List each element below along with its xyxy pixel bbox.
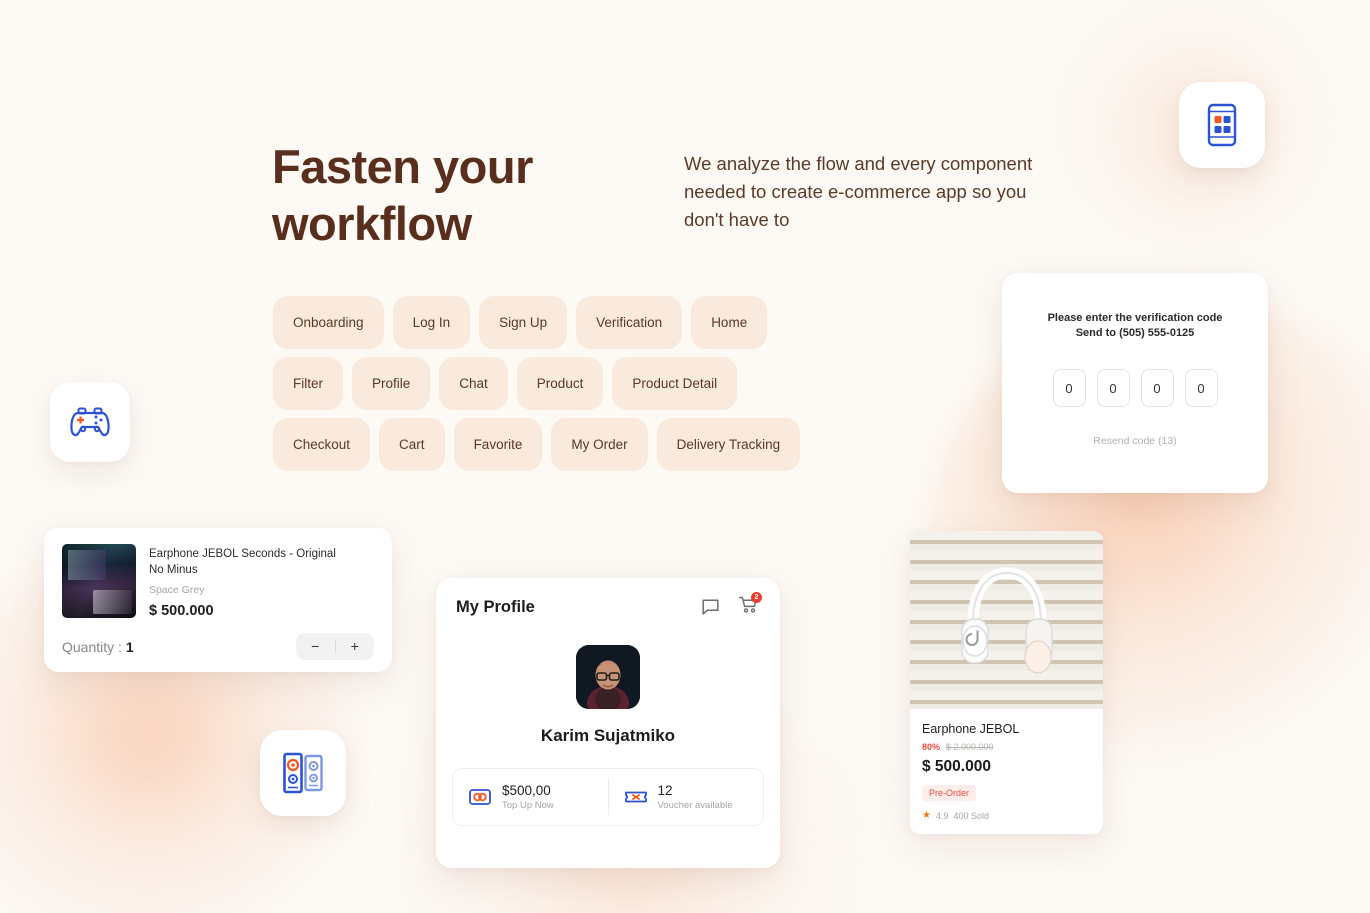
quantity-label-text: Quantity : — [62, 638, 122, 655]
headphones-photo-icon — [961, 567, 1053, 674]
cart-icon-wrapper[interactable]: 2 — [739, 592, 762, 619]
gamepad-icon-tile[interactable] — [50, 382, 130, 462]
screen-tag-row-3: Checkout Cart Favorite My Order Delivery… — [273, 418, 873, 471]
pill-product[interactable]: Product — [516, 357, 604, 410]
profile-user-name: Karim Sujatmiko — [540, 726, 676, 745]
decrement-button[interactable]: − — [296, 633, 335, 660]
pill-my-order[interactable]: My Order — [551, 418, 648, 471]
pill-checkout[interactable]: Checkout — [273, 418, 371, 471]
cart-item-top: Earphone JEBOL Seconds - Original No Min… — [44, 528, 392, 619]
quantity-label: Quantity :1 — [62, 639, 134, 655]
voucher-count: 12 — [657, 783, 673, 798]
gamepad-icon — [70, 407, 110, 437]
product-discount-percent: 80% — [922, 742, 941, 752]
product-name: Earphone JEBOL — [922, 722, 1020, 736]
pill-chat[interactable]: Chat — [439, 357, 508, 410]
avatar-portrait-icon — [576, 645, 640, 709]
verification-digit-1[interactable]: 0 — [1052, 369, 1086, 407]
pill-home[interactable]: Home — [691, 296, 768, 349]
verification-digit-4[interactable]: 0 — [1184, 369, 1218, 407]
cart-item-bottom: Quantity :1 − + — [44, 619, 392, 660]
page-title: Fasten your workflow — [272, 140, 533, 250]
wallet-icon — [469, 789, 491, 805]
verification-card: Please enter the verification code Send … — [1002, 273, 1268, 493]
verification-digit-2[interactable]: 0 — [1096, 369, 1130, 407]
verification-heading-line-2: Send to (505) 555-0125 — [1075, 327, 1195, 339]
verification-heading: Please enter the verification code Send … — [1002, 311, 1268, 341]
mobile-app-icon-tile[interactable] — [1179, 82, 1265, 168]
quantity-value: 1 — [125, 638, 134, 655]
page-subtitle: We analyze the flow and every component … — [684, 153, 1033, 230]
speaker-icon-tile[interactable] — [260, 730, 346, 816]
chat-icon[interactable] — [702, 599, 719, 616]
voucher-stat[interactable]: 12 Voucher available — [609, 783, 764, 811]
wallet-stat-text: $500,00 Top Up Now — [502, 783, 554, 811]
product-sold-count: 400 Sold — [953, 810, 990, 821]
resend-code-link[interactable]: Resend code (13) — [1002, 435, 1268, 447]
pill-favorite[interactable]: Favorite — [453, 418, 543, 471]
profile-header-actions: 2 — [702, 592, 762, 619]
pill-filter[interactable]: Filter — [273, 357, 343, 410]
cart-item-card: Earphone JEBOL Seconds - Original No Min… — [44, 528, 392, 672]
cart-product-name: Earphone JEBOL Seconds - Original No Min… — [149, 548, 336, 576]
pill-cart[interactable]: Cart — [379, 418, 445, 471]
cart-product-thumbnail — [62, 544, 136, 618]
verification-code-inputs: 0 0 0 0 — [1002, 369, 1268, 407]
cart-product-variant: Space Grey — [149, 584, 205, 596]
wallet-balance: $500,00 — [502, 783, 551, 798]
voucher-stat-text: 12 Voucher available — [658, 783, 733, 811]
product-old-price: $ 2.000.000 — [946, 742, 994, 752]
pill-onboarding[interactable]: Onboarding — [273, 296, 384, 349]
screen-tag-row-1: Onboarding Log In Sign Up Verification H… — [273, 296, 873, 349]
page-root: Fasten your workflow We analyze the flow… — [0, 0, 1370, 913]
product-rating-value: 4.9 — [935, 810, 949, 821]
pill-verification[interactable]: Verification — [576, 296, 683, 349]
product-body: Earphone JEBOL 80% $ 2.000.000 $ 500.000… — [910, 709, 1103, 821]
quantity-stepper[interactable]: − + — [296, 633, 374, 660]
speaker-icon — [283, 752, 323, 794]
product-discount-row: 80% $ 2.000.000 — [922, 742, 1091, 752]
pill-profile[interactable]: Profile — [352, 357, 431, 410]
product-image — [910, 531, 1103, 709]
profile-header: My Profile 2 — [436, 578, 780, 619]
pill-sign-up[interactable]: Sign Up — [479, 296, 568, 349]
cart-item-info: Earphone JEBOL Seconds - Original No Min… — [136, 544, 349, 619]
profile-stats: $500,00 Top Up Now 12 Voucher available — [452, 768, 764, 826]
pill-delivery-tracking[interactable]: Delivery Tracking — [656, 418, 801, 471]
screen-tag-row-2: Filter Profile Chat Product Product Deta… — [273, 357, 873, 410]
mobile-app-icon — [1207, 103, 1237, 147]
product-rating-row: ★ 4.9 400 Sold — [922, 810, 1091, 821]
wallet-action-label: Top Up Now — [502, 800, 554, 811]
screen-tag-list: Onboarding Log In Sign Up Verification H… — [273, 296, 873, 479]
wallet-stat[interactable]: $500,00 Top Up Now — [453, 783, 608, 811]
pill-product-detail[interactable]: Product Detail — [612, 357, 738, 410]
product-price: $ 500.000 — [922, 758, 991, 775]
profile-title: My Profile — [456, 598, 535, 616]
star-icon: ★ — [922, 810, 931, 821]
status-badge: Pre-Order — [922, 785, 977, 801]
cart-badge-count: 2 — [751, 592, 762, 603]
profile-card: My Profile 2 Karim Sujatmiko $500,00 Top… — [436, 578, 780, 868]
cart-product-price: $ 500.000 — [149, 603, 214, 619]
verification-digit-3[interactable]: 0 — [1140, 369, 1174, 407]
voucher-label: Voucher available — [657, 800, 733, 811]
verification-heading-line-1: Please enter the verification code — [1047, 312, 1223, 324]
voucher-icon — [624, 791, 647, 803]
increment-button[interactable]: + — [336, 633, 375, 660]
avatar — [576, 645, 640, 709]
pill-log-in[interactable]: Log In — [392, 296, 471, 349]
product-card[interactable]: Earphone JEBOL 80% $ 2.000.000 $ 500.000… — [910, 531, 1103, 834]
